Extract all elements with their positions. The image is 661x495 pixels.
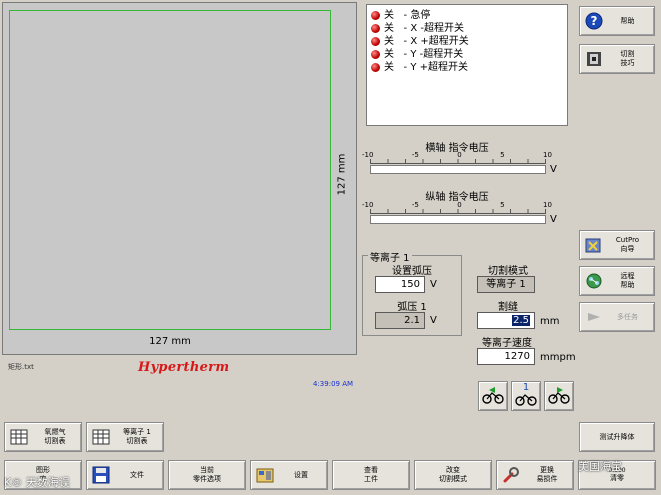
plasma-speed-label: 等离子速度 bbox=[482, 338, 532, 349]
arc-voltage-label: 弧压 1 bbox=[397, 302, 427, 313]
multitask-icon bbox=[584, 307, 604, 327]
set-arc-voltage-input[interactable]: 150 bbox=[375, 276, 425, 293]
brand-logo: Hypertherm bbox=[138, 360, 230, 375]
watermark-right: 美国海宝 bbox=[578, 460, 622, 473]
set-arc-voltage-label: 设置弧压 bbox=[392, 266, 432, 277]
oxy-fuel-cut-chart-button[interactable]: 氧燃气 切割表 bbox=[4, 422, 82, 452]
watermark-left: K© 天数海误 bbox=[4, 476, 70, 489]
view-part-button[interactable]: 查看 工件 bbox=[332, 460, 410, 490]
plasma-speed-unit: mmpm bbox=[540, 352, 576, 363]
wrench-icon bbox=[501, 465, 521, 485]
setup-panel-icon bbox=[255, 465, 275, 485]
x-axis-meter-unit: V bbox=[550, 164, 557, 175]
multitask-button[interactable]: 多任务 bbox=[579, 302, 655, 332]
help-button[interactable]: ? 帮助 bbox=[579, 6, 655, 36]
svg-text:?: ? bbox=[591, 14, 598, 28]
setup-button[interactable]: 设置 bbox=[250, 460, 328, 490]
change-consumables-button[interactable]: 更换 易损件 bbox=[496, 460, 574, 490]
step-number: 1 bbox=[522, 381, 530, 393]
cut-tips-button[interactable]: 切割 技巧 bbox=[579, 44, 655, 74]
plasma-speed-input[interactable]: 1270 bbox=[477, 348, 535, 365]
y-axis-meter-ticks bbox=[370, 209, 546, 214]
status-item-x-plus-limit: 关 - X +超程开关 bbox=[371, 35, 563, 48]
table-icon bbox=[9, 427, 29, 447]
red-led-icon bbox=[371, 63, 380, 72]
question-mark-icon: ? bbox=[584, 11, 604, 31]
status-item-y-minus-limit: 关 - Y -超程开关 bbox=[371, 48, 563, 61]
status-item-x-minus-limit: 关 - X -超程开关 bbox=[371, 22, 563, 35]
width-dimension-label: 127 mm bbox=[149, 336, 191, 347]
remote-help-button[interactable]: 远程 帮助 bbox=[579, 266, 655, 296]
files-button[interactable]: 文件 bbox=[86, 460, 164, 490]
io-status-list[interactable]: 关 - 急停 关 - X -超程开关 关 - X +超程开关 关 - Y -超程… bbox=[366, 4, 568, 126]
floppy-disk-icon bbox=[91, 465, 111, 485]
y-axis-meter-unit: V bbox=[550, 214, 557, 225]
status-item-y-plus-limit: 关 - Y +超程开关 bbox=[371, 61, 563, 74]
bicycle-icon bbox=[514, 393, 538, 410]
height-dimension-label: 127 mm bbox=[336, 153, 348, 196]
wizard-icon bbox=[584, 235, 604, 255]
status-item-estop: 关 - 急停 bbox=[371, 9, 563, 22]
test-lifter-button[interactable]: 测试升降体 bbox=[579, 422, 655, 452]
kerf-unit: mm bbox=[540, 316, 560, 327]
cut-mode-readout: 等离子 1 bbox=[477, 276, 535, 293]
kerf-input[interactable]: 2.5 bbox=[477, 312, 535, 329]
cutpro-wizard-button[interactable]: CutPro 向导 bbox=[579, 230, 655, 260]
red-led-icon bbox=[371, 50, 380, 59]
bicycle-forward-arrow-icon bbox=[547, 385, 571, 408]
red-led-icon bbox=[371, 24, 380, 33]
remote-network-icon bbox=[584, 271, 604, 291]
kerf-label: 割缝 bbox=[498, 302, 518, 313]
red-led-icon bbox=[371, 11, 380, 20]
part-options-button[interactable]: 当前 零件选项 bbox=[168, 460, 246, 490]
clear-label: 清零 bbox=[610, 474, 624, 482]
cut-mode-label: 切割模式 bbox=[488, 266, 528, 277]
arc-voltage-readout: 2.1 bbox=[375, 312, 425, 329]
y-axis-meter-bar bbox=[370, 215, 546, 224]
single-step-button[interactable]: 1 bbox=[511, 381, 541, 411]
arc-voltage-unit: V bbox=[430, 315, 437, 326]
table-icon bbox=[91, 427, 111, 447]
file-name: 矩形.txt bbox=[8, 363, 34, 371]
x-axis-meter-bar bbox=[370, 165, 546, 174]
cut-tips-icon bbox=[584, 49, 604, 69]
bicycle-back-arrow-icon bbox=[481, 385, 505, 408]
x-axis-meter-ticks bbox=[370, 159, 546, 164]
plasma-cut-chart-button[interactable]: 等离子 1 切割表 bbox=[86, 422, 164, 452]
set-arc-voltage-unit: V bbox=[430, 279, 437, 290]
clock-time: 4:39:09 AM bbox=[313, 380, 354, 388]
jog-forward-button[interactable] bbox=[544, 381, 574, 411]
jog-back-button[interactable] bbox=[478, 381, 508, 411]
part-outline-rectangle bbox=[9, 10, 331, 330]
red-led-icon bbox=[371, 37, 380, 46]
change-cut-mode-button[interactable]: 改变 切割模式 bbox=[414, 460, 492, 490]
